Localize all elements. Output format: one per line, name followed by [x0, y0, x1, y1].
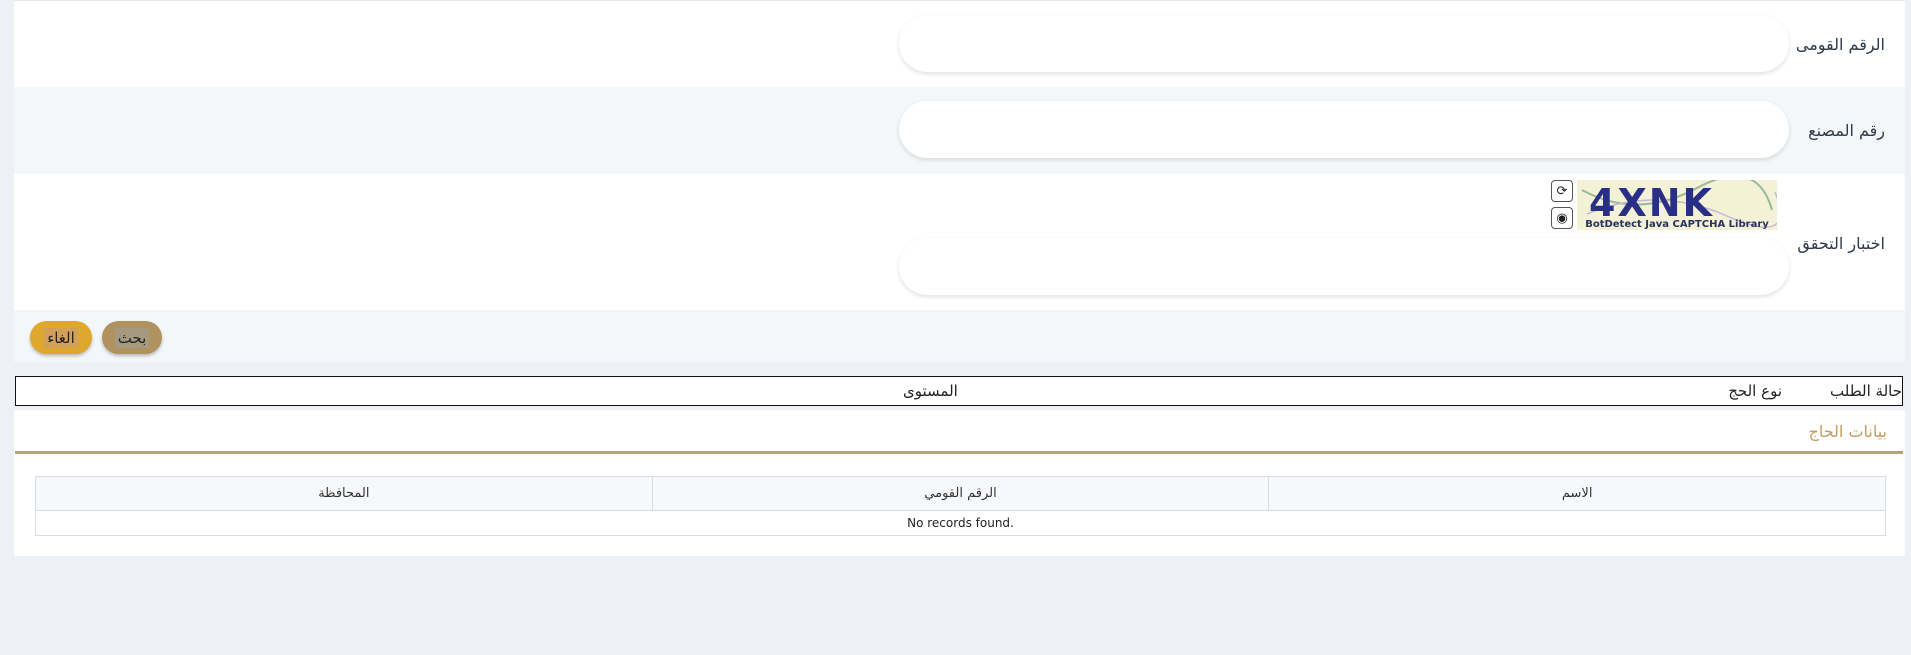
filter-bar: حالة الطلب نوع الحج المستوى: [15, 376, 1903, 406]
column-name[interactable]: الاسم: [1268, 477, 1885, 510]
svg-text:BotDetect Java CAPTCHA Library: BotDetect Java CAPTCHA Library: [1585, 219, 1769, 230]
empty-message: No records found.: [907, 516, 1014, 530]
section-divider: [15, 451, 1903, 454]
column-national-id[interactable]: الرقم القومي: [651, 477, 1269, 510]
pilgrims-table: المحافظة الرقم القومي الاسم No records f…: [35, 476, 1886, 536]
request-status-filter[interactable]: حالة الطلب: [1830, 382, 1902, 400]
captcha-label: اختبار التحقق: [1797, 234, 1885, 253]
captcha-row: اختبار التحقق 4XNK BotDetect Java CAPTCH…: [14, 174, 1905, 311]
captcha-image: 4XNK BotDetect Java CAPTCHA Library: [1577, 180, 1777, 230]
level-filter[interactable]: المستوى: [903, 382, 958, 400]
factory-number-row: رقم المصنع: [14, 87, 1905, 175]
hajj-type-filter[interactable]: نوع الحج: [1728, 382, 1782, 400]
captcha-input[interactable]: [899, 238, 1789, 295]
refresh-captcha-icon[interactable]: ⟳: [1551, 180, 1573, 202]
national-id-label: الرقم القومى: [1795, 35, 1885, 54]
factory-number-label: رقم المصنع: [1808, 121, 1885, 140]
sound-captcha-icon[interactable]: ◉: [1551, 207, 1573, 229]
national-id-input[interactable]: [899, 15, 1789, 72]
table-header: المحافظة الرقم القومي الاسم: [36, 477, 1885, 511]
search-button[interactable]: بحث: [102, 321, 162, 354]
national-id-row: الرقم القومى: [14, 0, 1905, 89]
section-title: بيانات الحاج: [1808, 422, 1887, 441]
cancel-button[interactable]: الغاء: [30, 321, 92, 354]
actions-bar: الغاء بحث: [14, 310, 1905, 362]
column-governorate[interactable]: المحافظة: [36, 477, 652, 510]
captcha-graphic: 4XNK BotDetect Java CAPTCHA Library: [1577, 180, 1777, 230]
factory-number-input[interactable]: [899, 101, 1789, 158]
